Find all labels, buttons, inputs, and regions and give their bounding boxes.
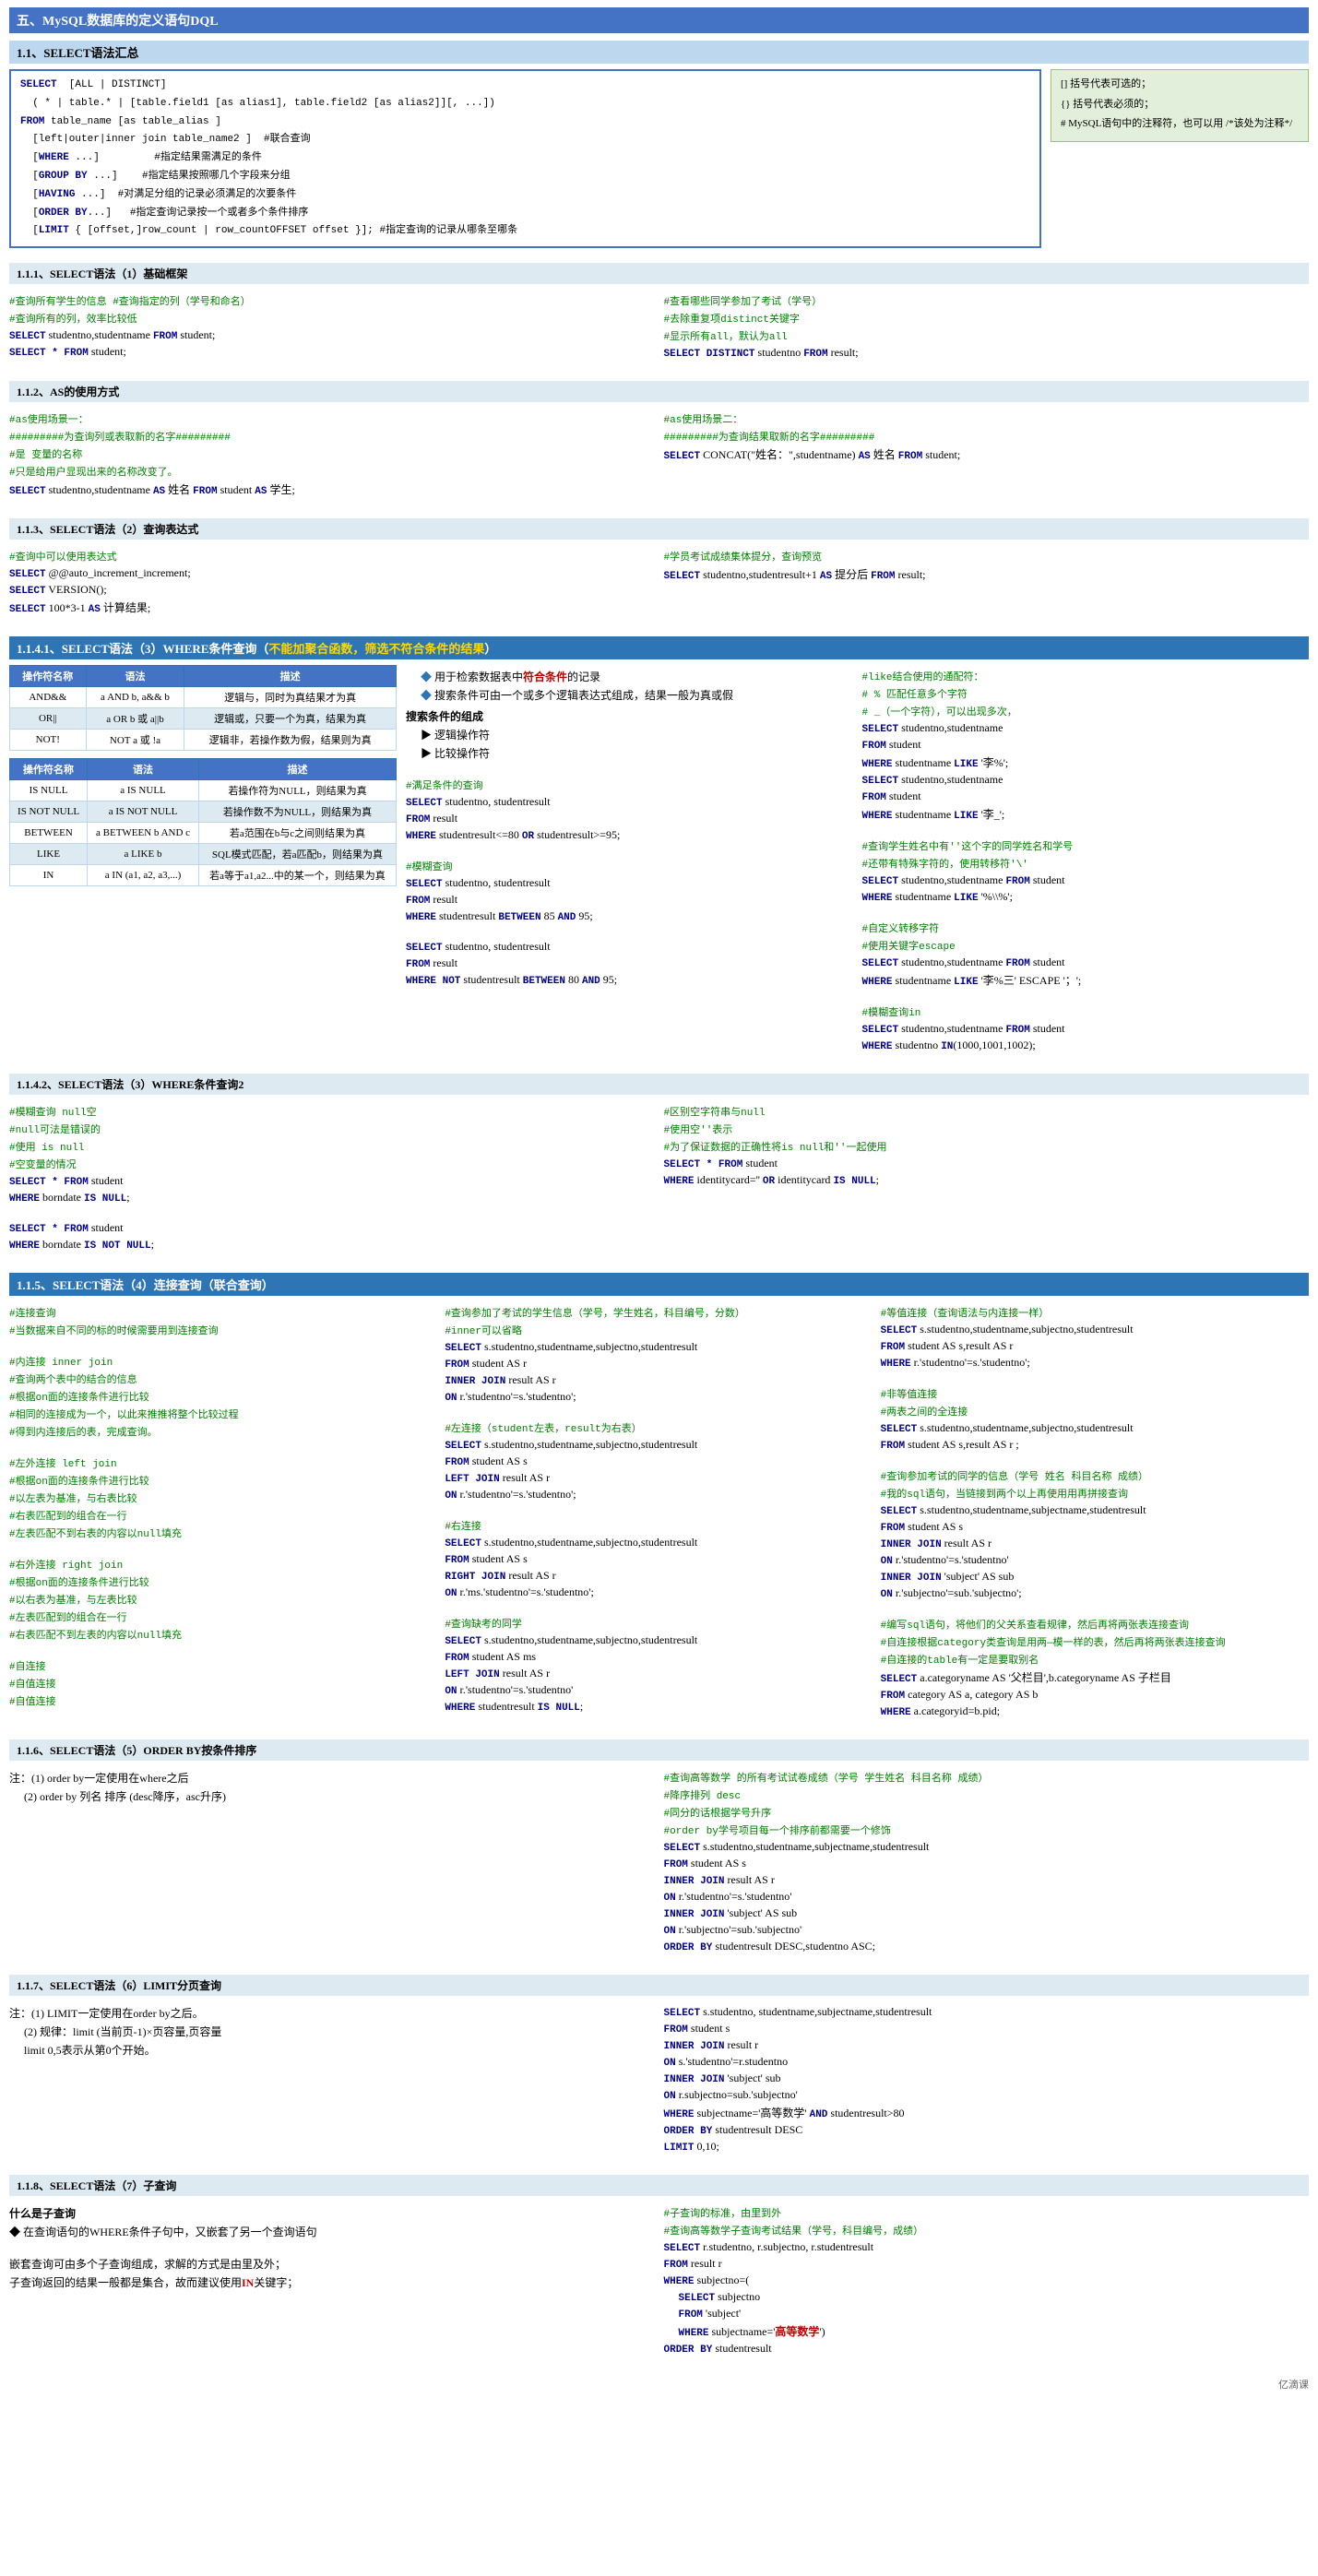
block-orderby-code: #查询高等数学 的所有考试试卷成绩（学号 学生姓名 科目名称 成绩） #降序排列… — [664, 1766, 1310, 1960]
subsection-1-1: 1.1、SELECT语法汇总 — [9, 41, 1309, 64]
subsection-1-1-4-1: 1.1.4.1、SELECT语法（3）WHERE条件查询（不能加聚合函数，筛选不… — [9, 636, 1309, 659]
subsection-1-1-5: 1.1.5、SELECT语法（4）连接查询（联合查询） — [9, 1273, 1309, 1296]
block-join-2: #查询参加了考试的学生信息（学号，学生姓名，科目编号，分数） #inner可以省… — [445, 1301, 873, 1720]
block-orderby-notes: 注：(1) order by一定使用在where之后 (2) order by … — [9, 1766, 655, 1810]
block-subquery-desc: 什么是子查询 ◆ 在查询语句的WHERE条件子句中，又嵌套了另一个查询语句 嵌套… — [9, 2202, 655, 2297]
block-subquery-code: #子查询的标准，由里到外 #查询高等数学子查询考试结果（学号，科目编号，成绩） … — [664, 2202, 1310, 2362]
subsection-1-1-6: 1.1.6、SELECT语法（5）ORDER BY按条件排序 — [9, 1739, 1309, 1761]
subsection-1-1-1: 1.1.1、SELECT语法（1）基础框架 — [9, 263, 1309, 284]
block-null-1: #模糊查询 null空 #null可法是错误的 #使用 is null #空变量… — [9, 1100, 655, 1258]
block-basic-2: #查看哪些同学参加了考试（学号） #去除重复项distinct关键字 #显示所有… — [664, 290, 1310, 366]
block-as-1: #as使用场景一： #########为查询列或表取新的名字######### … — [9, 408, 655, 504]
page: 五、MySQL数据库的定义语句DQL 1.1、SELECT语法汇总 SELECT… — [0, 0, 1318, 2399]
subsection-1-1-7: 1.1.7、SELECT语法（6）LIMIT分页查询 — [9, 1975, 1309, 1996]
main-title: 五、MySQL数据库的定义语句DQL — [9, 7, 1309, 33]
block-null-2: #区别空字符串与null #使用空''表示 #为了保证数据的正确性将is nul… — [664, 1100, 1310, 1193]
subsection-1-1-2: 1.1.2、AS的使用方式 — [9, 381, 1309, 402]
block-where-desc: 用于检索数据表中符合条件的记录 搜索条件可由一个或多个逻辑表达式组成，结果一般为… — [406, 665, 853, 993]
notes-box: [] 括号代表可选的； {} 括号代表必须的； # MySQL语句中的注释符，也… — [1051, 69, 1309, 142]
logical-op-table: 操作符名称 语法 描述 AND&& a AND b, a&& b 逻辑与，同时为… — [9, 665, 397, 751]
footer-brand: 亿滴课 — [9, 2377, 1309, 2392]
comparison-op-table: 操作符名称 语法 描述 IS NULL a IS NULL 若操作符为NULL，… — [9, 758, 397, 886]
block-join-3: #等值连接（查询语法与内连接一样） SELECT s.studentno,stu… — [881, 1301, 1309, 1725]
block-expr-2: #学员考试成绩集体提分，查询预览 SELECT studentno,studen… — [664, 545, 1310, 588]
subsection-1-1-3: 1.1.3、SELECT语法（2）查询表达式 — [9, 518, 1309, 540]
block-limit-notes: 注：(1) LIMIT一定使用在order by之后。 (2) 规律：limit… — [9, 2001, 655, 2064]
block-join-1: #连接查询 #当数据来自不同的标的时候需要用到连接查询 #内连接 inner j… — [9, 1301, 437, 1715]
block-basic-1: #查询所有学生的信息 #查询指定的列（学号和命名） #查询所有的列，效率比较低 … — [9, 290, 655, 365]
subsection-1-1-4-2: 1.1.4.2、SELECT语法（3）WHERE条件查询2 — [9, 1074, 1309, 1095]
block-as-2: #as使用场景二： #########为查询结果取新的名字######### S… — [664, 408, 1310, 469]
subsection-1-1-8: 1.1.8、SELECT语法（7）子查询 — [9, 2175, 1309, 2196]
block-limit-code: SELECT s.studentno, studentname,subjectn… — [664, 2001, 1310, 2160]
block-like-ops: #like结合使用的通配符： # % 匹配任意多个字符 # _（一个字符），可以… — [862, 665, 1310, 1059]
block-expr-1: #查询中可以使用表达式 SELECT @@auto_increment_incr… — [9, 545, 655, 622]
syntax-box-select: SELECT [ALL | DISTINCT] ( * | table.* | … — [9, 69, 1041, 248]
